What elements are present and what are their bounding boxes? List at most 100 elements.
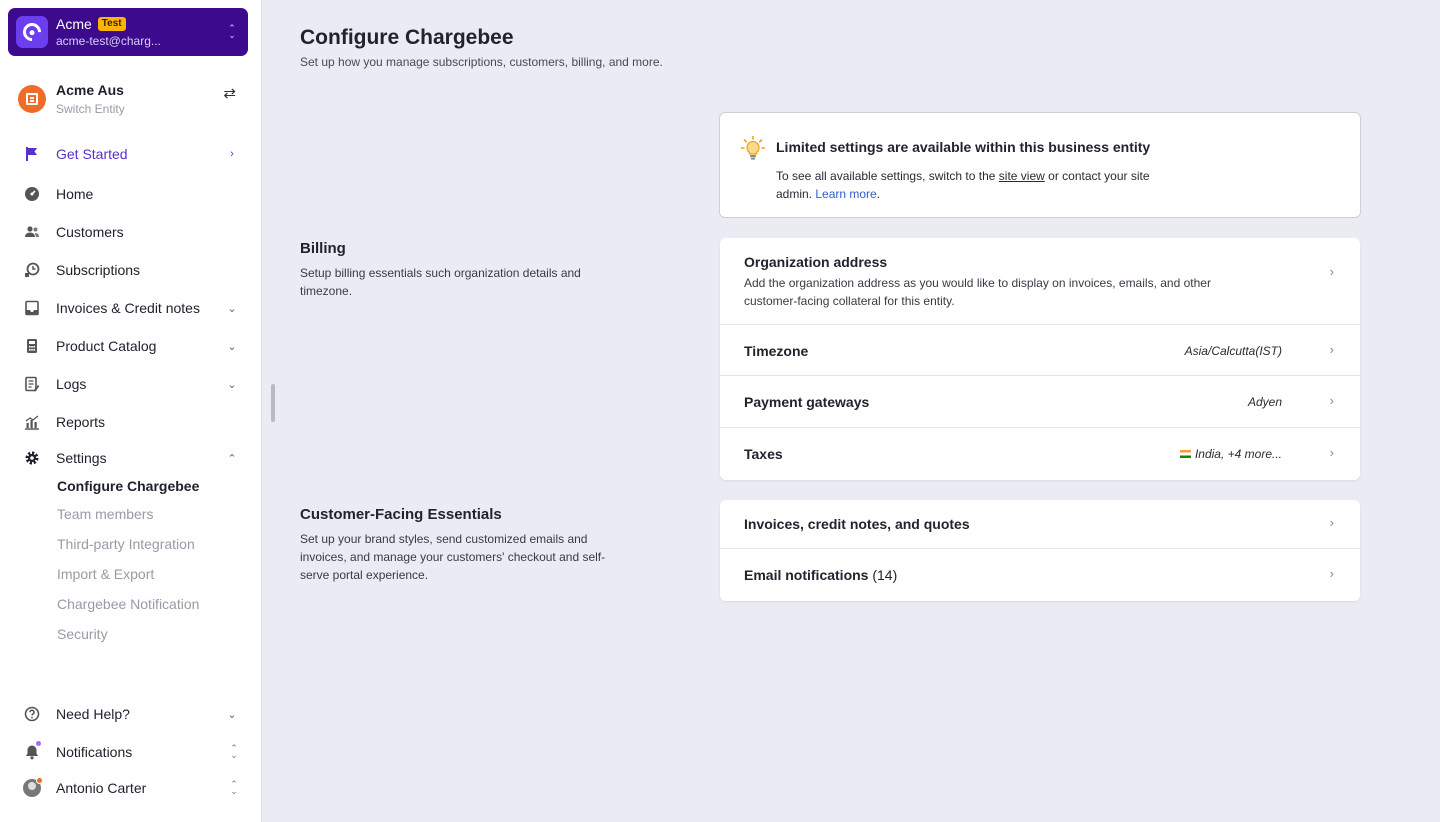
settings-team-members[interactable]: Team members xyxy=(57,506,153,522)
row-timezone[interactable]: Timezone Asia/Calcutta(IST) › xyxy=(720,325,1360,376)
row-email-notifications[interactable]: Email notifications (14) › xyxy=(720,549,1360,601)
customer-section-desc: Set up your brand styles, send customize… xyxy=(300,532,606,582)
entity-switch-label: Switch Entity xyxy=(56,102,125,116)
india-flag-icon xyxy=(1179,450,1191,458)
settings-security[interactable]: Security xyxy=(57,626,108,642)
row-value: India, +4 more... xyxy=(1179,447,1282,461)
row-value: Asia/Calcutta(IST) xyxy=(1184,344,1282,358)
document-edit-icon xyxy=(20,374,44,394)
chevron-right-icon: › xyxy=(1329,342,1334,357)
chargebee-logo xyxy=(16,16,48,48)
billing-section-title: Billing xyxy=(300,240,346,257)
nav-need-help[interactable]: Need Help? ⌄ xyxy=(20,699,240,729)
nav-label: Notifications xyxy=(56,744,133,760)
account-email: acme-test@charg... xyxy=(56,34,161,48)
account-switcher[interactable]: Acme Test acme-test@charg... ⌃ ⌄ xyxy=(8,8,248,56)
chevron-updown-icon: ⌃ ⌄ xyxy=(230,743,238,760)
lightbulb-icon xyxy=(740,135,766,160)
nav-label: Get Started xyxy=(56,146,128,162)
nav-invoices[interactable]: Invoices & Credit notes ⌄ xyxy=(20,293,240,323)
row-organization-address[interactable]: Organization address Add the organizatio… xyxy=(720,238,1360,325)
avatar xyxy=(20,777,44,798)
calculator-icon xyxy=(20,336,44,356)
row-invoices-credit-notes-quotes[interactable]: Invoices, credit notes, and quotes › xyxy=(720,500,1360,549)
nav-label: Invoices & Credit notes xyxy=(56,300,200,316)
building-icon xyxy=(18,85,46,113)
test-badge: Test xyxy=(97,17,126,31)
customer-settings-card: Invoices, credit notes, and quotes › Ema… xyxy=(720,500,1360,601)
info-banner-text: To see all available settings, switch to… xyxy=(776,167,1156,203)
chevron-right-icon: › xyxy=(1329,393,1334,408)
nav-user-profile[interactable]: Antonio Carter ⌃ ⌄ xyxy=(20,773,240,803)
chevron-right-icon: › xyxy=(1329,264,1334,279)
chevron-right-icon: › xyxy=(1329,445,1334,460)
chevron-down-icon: ⌄ xyxy=(227,378,237,391)
account-name: Acme xyxy=(56,16,92,32)
subscription-icon xyxy=(20,260,44,280)
gear-icon xyxy=(20,448,44,468)
settings-chargebee-notification[interactable]: Chargebee Notification xyxy=(57,596,199,612)
bar-chart-icon xyxy=(20,412,44,432)
row-value: Adyen xyxy=(1247,395,1282,409)
nav-get-started[interactable]: Get Started › xyxy=(20,139,240,169)
taxes-value: India, +4 more... xyxy=(1194,447,1282,461)
nav-logs[interactable]: Logs ⌄ xyxy=(20,369,240,399)
nav-label: Customers xyxy=(56,224,124,240)
billing-settings-card: Organization address Add the organizatio… xyxy=(720,238,1360,480)
users-icon xyxy=(20,222,44,242)
nav-label: Home xyxy=(56,186,94,202)
chevron-right-icon: › xyxy=(1329,566,1334,581)
chevron-down-icon: ⌄ xyxy=(227,708,237,721)
nav-customers[interactable]: Customers xyxy=(20,217,240,247)
row-taxes[interactable]: Taxes India, +4 more... › xyxy=(720,428,1360,480)
row-desc: Add the organization address as you woul… xyxy=(744,276,1211,308)
info-banner-title: Limited settings are available within th… xyxy=(776,139,1151,155)
chevron-updown-icon: ⌃ ⌄ xyxy=(230,779,238,796)
chevron-right-icon: › xyxy=(230,148,234,160)
site-view-link[interactable]: site view xyxy=(999,169,1045,183)
chevron-right-icon: › xyxy=(1329,515,1334,530)
nav-product-catalog[interactable]: Product Catalog ⌄ xyxy=(20,331,240,361)
row-payment-gateways[interactable]: Payment gateways Adyen › xyxy=(720,376,1360,428)
chevron-updown-icon: ⌃ ⌄ xyxy=(228,23,236,40)
learn-more-link[interactable]: Learn more xyxy=(815,187,876,201)
nav-home[interactable]: Home xyxy=(20,179,240,209)
user-name: Antonio Carter xyxy=(56,780,147,796)
nav-label: Reports xyxy=(56,414,106,430)
settings-import-export[interactable]: Import & Export xyxy=(57,566,154,582)
help-icon xyxy=(20,704,44,724)
flag-icon xyxy=(20,144,44,164)
chevron-down-icon: ⌄ xyxy=(227,302,237,315)
settings-third-party-integration[interactable]: Third-party Integration xyxy=(57,536,195,552)
nav-reports[interactable]: Reports xyxy=(20,407,240,437)
bell-icon xyxy=(20,740,44,762)
status-dot xyxy=(36,777,43,784)
switch-arrows-icon[interactable]: ⇄ xyxy=(223,84,236,102)
customer-section-title: Customer-Facing Essentials xyxy=(300,506,502,523)
info-text: To see all available settings, switch to… xyxy=(776,169,999,183)
row-title: Timezone xyxy=(744,343,809,359)
nav-notifications[interactable]: Notifications ⌃ ⌄ xyxy=(20,737,240,767)
entity-name: Acme Aus xyxy=(56,82,124,98)
entity-info-banner: Limited settings are available within th… xyxy=(719,112,1361,218)
nav-settings[interactable]: Settings ⌃ xyxy=(20,443,240,473)
nav-subscriptions[interactable]: Subscriptions xyxy=(20,255,240,285)
settings-configure-chargebee[interactable]: Configure Chargebee xyxy=(57,478,199,494)
page-subtitle: Set up how you manage subscriptions, cus… xyxy=(300,55,663,69)
nav-label: Logs xyxy=(56,376,87,392)
chevron-up-icon: ⌃ xyxy=(227,452,237,465)
billing-section-desc: Setup billing essentials such organizati… xyxy=(300,266,581,298)
inbox-icon xyxy=(20,298,44,318)
row-title: Invoices, credit notes, and quotes xyxy=(744,516,970,532)
sidebar: Acme Test acme-test@charg... ⌃ ⌄ Acme Aus… xyxy=(0,0,262,822)
nav-label: Product Catalog xyxy=(56,338,157,354)
chevron-down-icon: ⌄ xyxy=(227,340,237,353)
row-title: Organization address xyxy=(744,254,888,270)
entity-switcher[interactable]: Acme Aus Switch Entity ⇄ xyxy=(18,82,240,118)
nav-label: Need Help? xyxy=(56,706,130,722)
nav-label: Subscriptions xyxy=(56,262,141,278)
sidebar-resize-handle[interactable] xyxy=(271,384,275,422)
row-title-text: Email notifications xyxy=(744,567,869,583)
info-text: . xyxy=(876,187,881,201)
unread-dot xyxy=(35,740,42,747)
